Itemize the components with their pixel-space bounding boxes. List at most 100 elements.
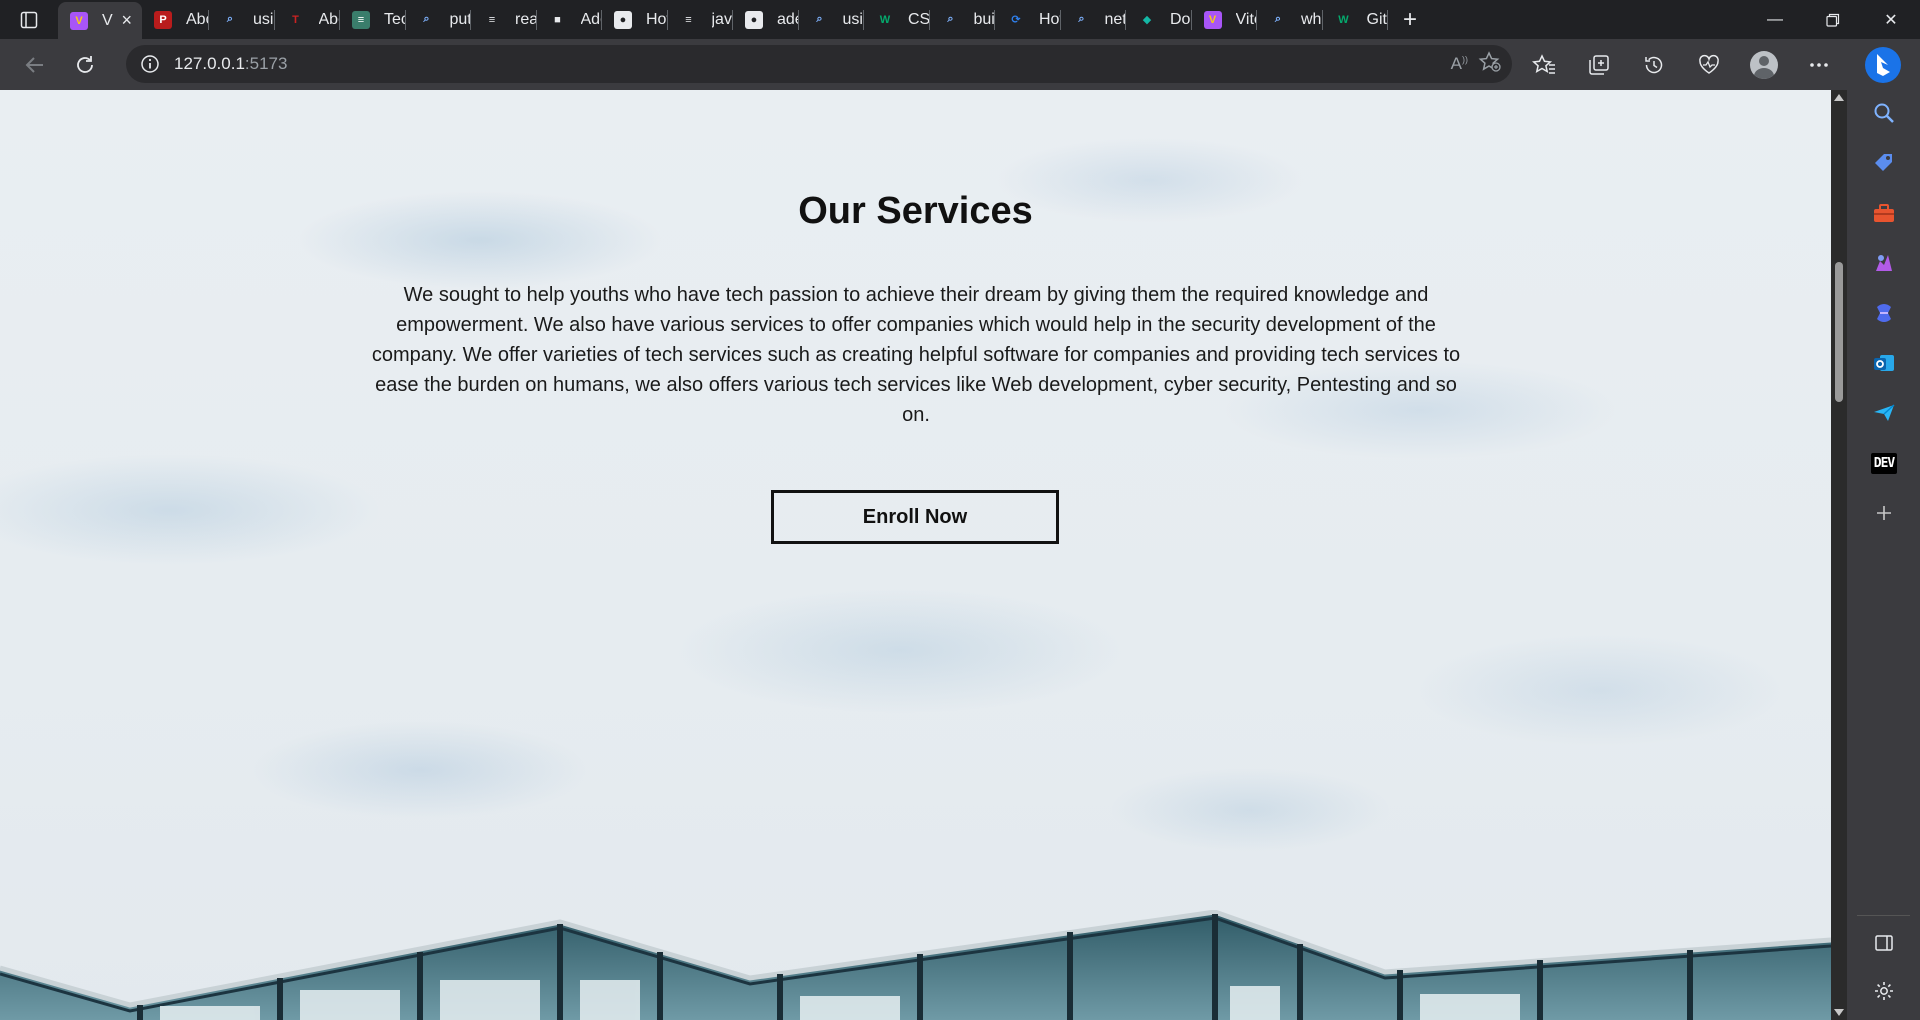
tab-title: javas bbox=[711, 10, 734, 28]
hide-sidebar-button[interactable] bbox=[1869, 928, 1899, 958]
sidebar-games-button[interactable] bbox=[1869, 248, 1899, 278]
history-button[interactable] bbox=[1626, 45, 1681, 85]
sidebar-tools-button[interactable] bbox=[1869, 198, 1899, 228]
stack-icon: ≡ bbox=[685, 13, 692, 26]
sidebar-panel-icon bbox=[1875, 935, 1893, 951]
tab-title: using bbox=[253, 10, 275, 28]
favorites-button[interactable] bbox=[1516, 45, 1571, 85]
scroll-up-icon[interactable] bbox=[1834, 94, 1844, 101]
tab-title: V bbox=[102, 11, 113, 29]
tab-title: Tech bbox=[384, 10, 406, 28]
search-icon: ⌕ bbox=[1274, 13, 1282, 25]
sidebar-outlook-button[interactable] bbox=[1869, 348, 1899, 378]
read-aloud-icon[interactable]: A)) bbox=[1451, 54, 1468, 74]
browser-tab[interactable]: ⌕ netlif bbox=[1061, 0, 1127, 39]
sidebar-dev-button[interactable]: DEV bbox=[1869, 448, 1899, 478]
tab-title: netlif bbox=[1104, 10, 1127, 28]
browser-tab[interactable]: ⌕ using bbox=[209, 0, 275, 39]
window-controls: — ✕ bbox=[1746, 0, 1920, 39]
browser-tab[interactable]: ⌕ puttir bbox=[406, 0, 472, 39]
collections-button[interactable] bbox=[1571, 45, 1626, 85]
scroll-thumb[interactable] bbox=[1835, 262, 1843, 402]
gear-icon bbox=[1875, 982, 1893, 1000]
url-host: 127.0.0.1 bbox=[174, 54, 245, 73]
search-icon: ⌕ bbox=[423, 13, 430, 25]
services-title: Our Services bbox=[798, 190, 1033, 232]
games-icon bbox=[1876, 255, 1892, 271]
profile-button[interactable] bbox=[1736, 45, 1791, 85]
performance-button[interactable] bbox=[1681, 45, 1736, 85]
search-icon: ⌕ bbox=[226, 13, 234, 25]
toolbar-actions bbox=[1516, 39, 1846, 90]
page-viewport: Our Services We sought to help youths wh… bbox=[0, 90, 1831, 1020]
browser-tab[interactable]: ● adeb bbox=[733, 0, 799, 39]
minimize-button[interactable]: — bbox=[1746, 0, 1804, 39]
refresh-button[interactable] bbox=[60, 45, 110, 85]
scroll-down-icon[interactable] bbox=[1834, 1009, 1844, 1016]
sidebar-shopping-button[interactable] bbox=[1869, 148, 1899, 178]
sidebar-divider bbox=[1857, 915, 1910, 916]
sidebar-send-button[interactable] bbox=[1869, 398, 1899, 428]
pdf-icon: P bbox=[154, 10, 172, 29]
tab-actions-icon bbox=[20, 11, 38, 28]
back-button[interactable] bbox=[10, 45, 60, 85]
toolbox-icon bbox=[1874, 204, 1894, 222]
tab-title: CSS bbox=[908, 10, 930, 28]
browser-tab[interactable]: ⌕ what bbox=[1257, 0, 1323, 39]
tab-title: react bbox=[515, 10, 537, 28]
site-info-icon[interactable] bbox=[126, 54, 174, 74]
outlook-icon bbox=[1874, 355, 1894, 371]
browser-tab[interactable]: ≡ react bbox=[471, 0, 537, 39]
tab-title: puttir bbox=[449, 10, 472, 28]
tab-title: adeb bbox=[777, 10, 799, 28]
browser-tab[interactable]: ≡ Tech bbox=[340, 0, 406, 39]
browser-tab[interactable]: ⌕ build bbox=[930, 0, 995, 39]
building-roof-image bbox=[0, 910, 1831, 1020]
browser-tab[interactable]: W Git C bbox=[1323, 0, 1388, 39]
search-icon: ⌕ bbox=[1078, 13, 1085, 25]
browser-tab[interactable]: ⌕ using bbox=[799, 0, 865, 39]
add-favorite-icon[interactable] bbox=[1478, 50, 1502, 78]
browser-tab[interactable]: W CSS bbox=[864, 0, 930, 39]
record-icon: ● bbox=[614, 10, 632, 29]
search-icon: ⌕ bbox=[816, 13, 823, 25]
new-tab-button[interactable]: + bbox=[1388, 0, 1432, 39]
address-bar[interactable]: 127.0.0.1:5173 A)) bbox=[126, 45, 1512, 83]
browser-tab[interactable]: P Abou bbox=[142, 0, 209, 39]
enroll-now-button[interactable]: Enroll Now bbox=[771, 490, 1059, 544]
close-window-button[interactable]: ✕ bbox=[1862, 0, 1920, 39]
diamond-icon: ◆ bbox=[1142, 14, 1152, 26]
tab-title: How bbox=[1039, 10, 1061, 28]
tab-separator bbox=[1387, 10, 1388, 30]
url-text: 127.0.0.1:5173 bbox=[174, 54, 287, 74]
restore-button[interactable] bbox=[1804, 0, 1862, 39]
github-icon: ● bbox=[745, 10, 763, 29]
collections-icon bbox=[1588, 54, 1609, 75]
browser-toolbar: 127.0.0.1:5173 A)) bbox=[0, 39, 1920, 90]
services-description: We sought to help youths who have tech p… bbox=[371, 284, 1461, 426]
close-tab-icon[interactable]: × bbox=[121, 10, 132, 31]
browser-tab[interactable]: ⟳ How bbox=[995, 0, 1061, 39]
bing-copilot-button[interactable] bbox=[1859, 41, 1907, 89]
browser-tab[interactable]: ◆ Dom bbox=[1126, 0, 1192, 39]
tab-actions-button[interactable] bbox=[0, 0, 58, 39]
browser-tab[interactable]: V Vite bbox=[1192, 0, 1257, 39]
sidebar-copilot-button[interactable] bbox=[1869, 298, 1899, 328]
w3-icon: W bbox=[1338, 13, 1349, 26]
browser-tab[interactable]: ■ Add bbox=[537, 0, 602, 39]
sidebar-settings-button[interactable] bbox=[1869, 976, 1899, 1006]
tab-title: using bbox=[842, 10, 865, 28]
restore-icon bbox=[1826, 13, 1840, 27]
page-scrollbar[interactable] bbox=[1831, 90, 1847, 1020]
vite-icon: V bbox=[1203, 10, 1222, 29]
browser-tab[interactable]: ≡ javas bbox=[668, 0, 734, 39]
browser-tab[interactable]: ● How bbox=[602, 0, 668, 39]
heart-pulse-icon bbox=[1698, 54, 1719, 74]
avatar bbox=[1749, 50, 1778, 79]
video-icon: ■ bbox=[554, 13, 561, 26]
more-menu-button[interactable] bbox=[1791, 45, 1846, 85]
browser-tab[interactable]: V V × bbox=[58, 2, 142, 39]
browser-tab[interactable]: T Abou bbox=[275, 0, 340, 39]
sidebar-search-button[interactable] bbox=[1869, 98, 1899, 128]
sidebar-add-button[interactable] bbox=[1869, 498, 1899, 528]
